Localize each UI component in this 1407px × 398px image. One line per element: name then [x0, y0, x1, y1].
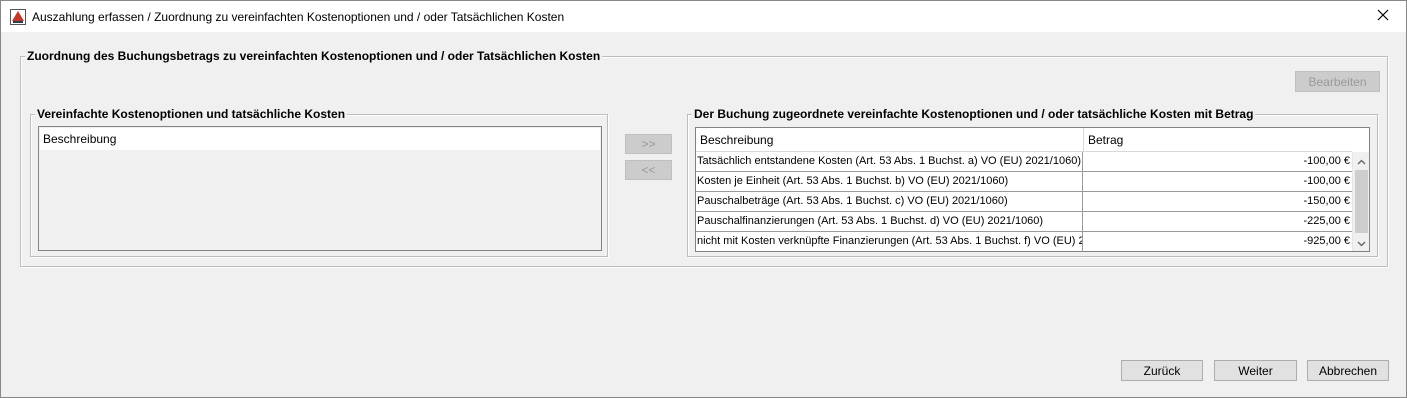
dialog-window: Auszahlung erfassen / Zuordnung zu verei… [0, 0, 1407, 398]
chevron-down-icon [1357, 236, 1366, 250]
row-amount[interactable]: -100,00 € [1084, 152, 1352, 171]
row-amount[interactable]: -100,00 € [1084, 172, 1352, 191]
window-title: Auszahlung erfassen / Zuordnung zu verei… [32, 10, 565, 24]
assignment-group-title: Zuordnung des Buchungsbetrags zu vereinf… [25, 49, 603, 63]
row-amount[interactable]: -150,00 € [1084, 192, 1352, 211]
table-row[interactable]: Kosten je Einheit (Art. 53 Abs. 1 Buchst… [696, 172, 1352, 192]
row-description: Pauschalbeträge (Art. 53 Abs. 1 Buchst. … [696, 192, 1083, 211]
title-bar: Auszahlung erfassen / Zuordnung zu verei… [1, 1, 1406, 32]
table-row[interactable]: Tatsächlich entstandene Kosten (Art. 53 … [696, 152, 1352, 172]
row-description: Kosten je Einheit (Art. 53 Abs. 1 Buchst… [696, 172, 1083, 191]
assigned-costs-group-title: Der Buchung zugeordnete vereinfachte Kos… [692, 107, 1256, 121]
table-row[interactable]: Pauschalfinanzierungen (Art. 53 Abs. 1 B… [696, 212, 1352, 232]
cost-options-group-title: Vereinfachte Kostenoptionen und tatsächl… [35, 107, 348, 121]
row-description: Pauschalfinanzierungen (Art. 53 Abs. 1 B… [696, 212, 1083, 231]
row-amount[interactable]: -925,00 € [1084, 232, 1352, 251]
scroll-thumb[interactable] [1355, 170, 1368, 233]
close-button[interactable] [1360, 1, 1406, 32]
chevron-up-icon [1357, 154, 1366, 168]
row-description: nicht mit Kosten verknüpfte Finanzierung… [696, 232, 1083, 251]
row-amount[interactable]: -225,00 € [1084, 212, 1352, 231]
next-button[interactable]: Weiter [1214, 360, 1297, 381]
column-header-description[interactable]: Beschreibung [696, 128, 1084, 152]
scroll-up-arrow[interactable] [1353, 152, 1370, 169]
cost-options-list[interactable]: Beschreibung [38, 126, 602, 251]
table-row[interactable]: Pauschalbeträge (Art. 53 Abs. 1 Buchst. … [696, 192, 1352, 212]
cost-options-column-header[interactable]: Beschreibung [40, 128, 600, 150]
table-vertical-scrollbar[interactable] [1352, 152, 1369, 251]
scroll-down-arrow[interactable] [1353, 234, 1370, 251]
assigned-costs-table: Beschreibung Betrag Tatsächlich entstand… [695, 127, 1370, 252]
cancel-button[interactable]: Abbrechen [1307, 360, 1389, 381]
edit-button[interactable]: Bearbeiten [1295, 71, 1380, 92]
back-button[interactable]: Zurück [1121, 360, 1203, 381]
table-header: Beschreibung Betrag [696, 128, 1352, 152]
close-icon [1377, 9, 1389, 24]
table-row[interactable]: nicht mit Kosten verknüpfte Finanzierung… [696, 232, 1352, 252]
row-description: Tatsächlich entstandene Kosten (Art. 53 … [696, 152, 1083, 171]
remove-from-assignment-button[interactable]: << [625, 160, 672, 180]
app-icon [10, 9, 26, 25]
column-header-amount[interactable]: Betrag [1084, 128, 1352, 152]
add-to-assignment-button[interactable]: >> [625, 134, 672, 154]
